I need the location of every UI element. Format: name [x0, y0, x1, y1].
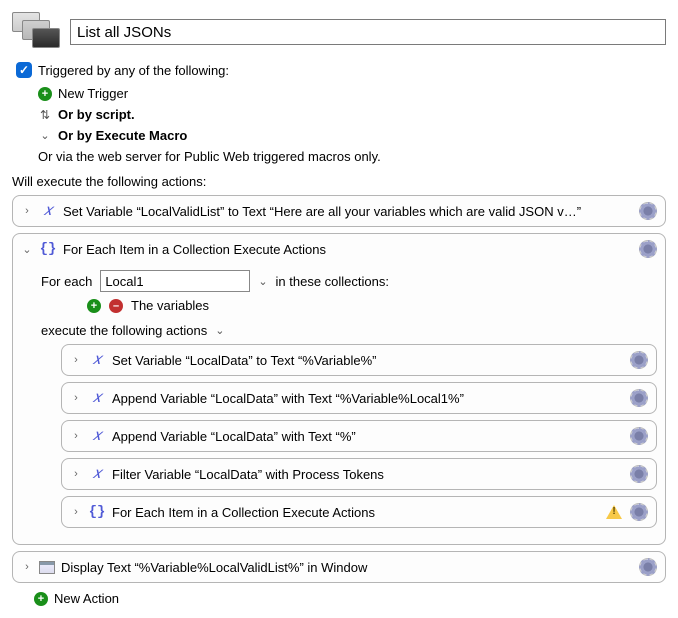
- or-execute-label: Or by Execute Macro: [58, 128, 187, 143]
- or-execute-row[interactable]: ⌄ Or by Execute Macro: [38, 128, 666, 143]
- braces-icon: {}: [88, 504, 106, 520]
- action-label: For Each Item in a Collection Execute Ac…: [63, 242, 633, 257]
- for-each-label: For each: [41, 274, 92, 289]
- new-action-label: New Action: [54, 591, 119, 606]
- action-append-local1[interactable]: › 𝑥 Append Variable “LocalData” with Tex…: [61, 382, 657, 414]
- action-append-percent[interactable]: › 𝑥 Append Variable “LocalData” with Tex…: [61, 420, 657, 452]
- braces-icon: {}: [39, 241, 57, 257]
- new-trigger-label: New Trigger: [58, 86, 128, 101]
- chevron-right-icon[interactable]: ›: [70, 354, 82, 366]
- action-label: Set Variable “LocalData” to Text “%Varia…: [112, 353, 624, 368]
- nested-actions: › 𝑥 Set Variable “LocalData” to Text “%V…: [61, 344, 657, 528]
- dropdown-icon[interactable]: ⌄: [215, 324, 224, 337]
- gear-icon[interactable]: [630, 427, 648, 445]
- gear-icon[interactable]: [639, 202, 657, 220]
- chevron-right-icon[interactable]: ›: [70, 430, 82, 442]
- or-script-label: Or by script.: [58, 107, 135, 122]
- plus-icon[interactable]: +: [87, 299, 101, 313]
- chevron-right-icon[interactable]: ›: [70, 468, 82, 480]
- variable-icon: 𝑥: [88, 389, 106, 407]
- action-for-each-outer[interactable]: ⌄ {} For Each Item in a Collection Execu…: [12, 233, 666, 545]
- triggered-checkbox[interactable]: ✓: [16, 62, 32, 78]
- dropdown-icon[interactable]: ⌄: [258, 275, 267, 288]
- in-collections-label: in these collections:: [276, 274, 389, 289]
- new-trigger-row[interactable]: + New Trigger: [38, 86, 666, 101]
- minus-icon[interactable]: –: [109, 299, 123, 313]
- action-filter-tokens[interactable]: › 𝑥 Filter Variable “LocalData” with Pro…: [61, 458, 657, 490]
- triggered-label: Triggered by any of the following:: [38, 63, 229, 78]
- collections-line: + – The variables: [87, 298, 657, 313]
- or-script-row[interactable]: ⇅ Or by script.: [38, 107, 666, 122]
- action-label: Filter Variable “LocalData” with Process…: [112, 467, 624, 482]
- action-label: Append Variable “LocalData” with Text “%…: [112, 429, 624, 444]
- chevron-down-icon: ⌄: [38, 129, 52, 142]
- macro-title-input[interactable]: [70, 19, 666, 45]
- variable-icon: 𝑥: [88, 427, 106, 445]
- action-for-each-inner[interactable]: › {} For Each Item in a Collection Execu…: [61, 496, 657, 528]
- chevron-right-icon[interactable]: ›: [70, 392, 82, 404]
- actions-heading: Will execute the following actions:: [12, 174, 666, 189]
- gear-icon[interactable]: [639, 240, 657, 258]
- for-each-line: For each ⌄ in these collections:: [41, 270, 657, 292]
- action-label: Set Variable “LocalValidList” to Text “H…: [63, 204, 633, 219]
- plus-icon: +: [38, 87, 52, 101]
- action-set-variable-localdata[interactable]: › 𝑥 Set Variable “LocalData” to Text “%V…: [61, 344, 657, 376]
- action-label: Append Variable “LocalData” with Text “%…: [112, 391, 624, 406]
- triggers-section: ✓ Triggered by any of the following: + N…: [16, 62, 666, 164]
- web-server-label: Or via the web server for Public Web tri…: [38, 149, 666, 164]
- collection-label[interactable]: The variables: [131, 298, 209, 313]
- window-icon: [39, 561, 55, 574]
- gear-icon[interactable]: [630, 351, 648, 369]
- chevron-right-icon[interactable]: ›: [21, 561, 33, 573]
- gear-icon[interactable]: [630, 389, 648, 407]
- chevron-down-icon[interactable]: ⌄: [21, 243, 33, 256]
- action-set-variable-localvalidlist[interactable]: › 𝑥 Set Variable “LocalValidList” to Tex…: [12, 195, 666, 227]
- action-label: For Each Item in a Collection Execute Ac…: [112, 505, 600, 520]
- chevron-right-icon[interactable]: ›: [21, 205, 33, 217]
- variable-icon: 𝑥: [88, 351, 106, 369]
- triggered-by-line: ✓ Triggered by any of the following:: [16, 62, 666, 78]
- macro-icon-stack: [12, 12, 60, 52]
- warning-icon: [606, 505, 622, 519]
- gear-icon[interactable]: [630, 465, 648, 483]
- execute-label: execute the following actions: [41, 323, 207, 338]
- gear-icon[interactable]: [639, 558, 657, 576]
- new-action-row[interactable]: + New Action: [34, 591, 666, 606]
- header-row: [12, 12, 666, 52]
- action-body: For each ⌄ in these collections: + – The…: [19, 260, 659, 540]
- plus-icon: +: [34, 592, 48, 606]
- action-label: Display Text “%Variable%LocalValidList%”…: [61, 560, 633, 575]
- for-variable-input[interactable]: [100, 270, 250, 292]
- gear-icon[interactable]: [630, 503, 648, 521]
- updown-icon: ⇅: [38, 108, 52, 122]
- variable-icon: 𝑥: [39, 202, 57, 220]
- action-display-text[interactable]: › Display Text “%Variable%LocalValidList…: [12, 551, 666, 583]
- chevron-right-icon[interactable]: ›: [70, 506, 82, 518]
- variable-icon: 𝑥: [88, 465, 106, 483]
- execute-actions-line: execute the following actions ⌄: [41, 323, 657, 338]
